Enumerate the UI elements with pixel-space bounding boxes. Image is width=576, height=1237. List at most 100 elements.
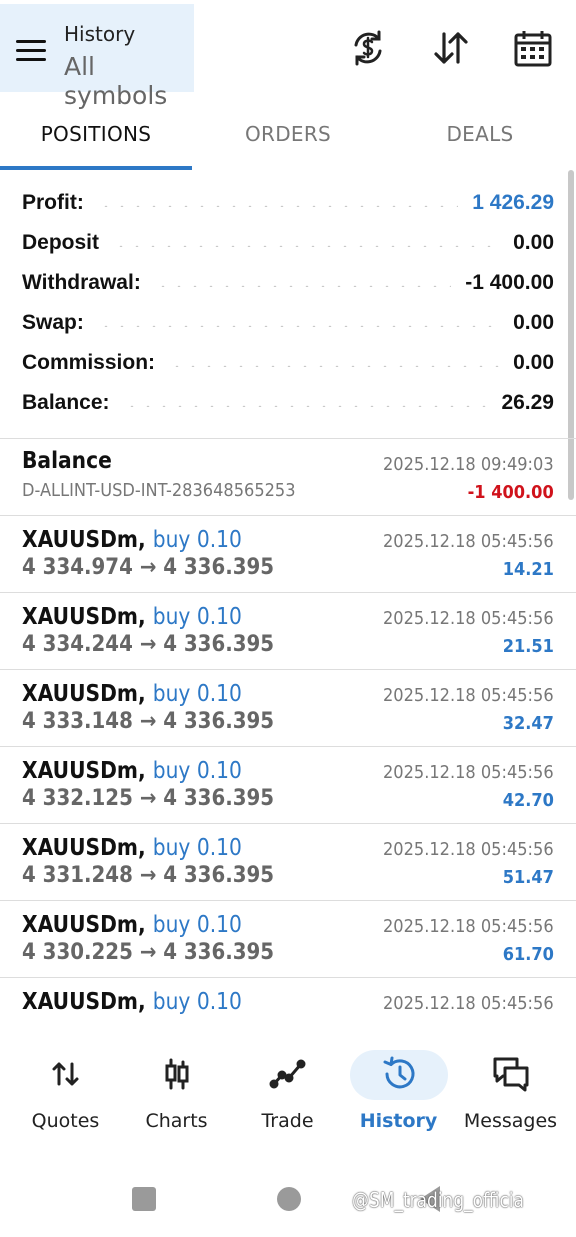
deal-symbol: XAUUSDm, buy 0.10 xyxy=(22,835,242,861)
nav-trade[interactable]: Trade xyxy=(230,1040,345,1150)
summary-label: Deposit xyxy=(22,231,100,254)
home-icon[interactable] xyxy=(277,1187,301,1211)
deal-symbol: XAUUSDm, buy 0.10 xyxy=(22,912,242,938)
tab-deals[interactable]: DEALS xyxy=(384,122,576,146)
deal-symbol: XAUUSDm, buy 0.10 xyxy=(22,681,242,707)
deal-prices: 4 330.225 → 4 336.395 xyxy=(22,940,275,965)
sort-icon[interactable] xyxy=(431,28,471,68)
deal-time: 2025.12.18 05:45:56 xyxy=(383,685,554,706)
summary-value: 0.00 xyxy=(513,311,554,334)
deal-profit: 21.51 xyxy=(502,636,554,657)
summary-label: Commission: xyxy=(22,351,156,374)
nav-charts[interactable]: Charts xyxy=(119,1040,234,1150)
deal-symbol: XAUUSDm, buy 0.10 xyxy=(22,758,242,784)
deal-profit: 14.21 xyxy=(502,559,554,580)
deal-prices: 4 331.248 → 4 336.395 xyxy=(22,863,275,888)
summary-row-swap: Swap: 0.00 xyxy=(22,306,554,340)
nav-label: Messages xyxy=(463,1110,558,1132)
table-row[interactable]: XAUUSDm, buy 0.10 4 334.974 → 4 336.395 … xyxy=(0,515,576,592)
calendar-icon[interactable] xyxy=(513,28,553,68)
nav-label: History xyxy=(359,1110,438,1132)
summary-value: 1 426.29 xyxy=(472,191,554,214)
symbol-filter[interactable]: History All symbols xyxy=(0,4,194,110)
symbol-name: XAUUSDm, xyxy=(22,604,146,630)
deal-type: buy 0.10 xyxy=(152,835,242,861)
balance-operation-row[interactable]: Balance D-ALLINT-USD-INT-283648565253 20… xyxy=(0,438,576,515)
nav-history[interactable]: History xyxy=(341,1040,456,1150)
charts-icon xyxy=(157,1054,197,1094)
dotted-leader xyxy=(123,405,488,407)
messages-icon xyxy=(491,1054,531,1094)
deal-time: 2025.12.18 05:45:56 xyxy=(383,762,554,783)
app-header: History All symbols xyxy=(0,0,576,110)
nav-label: Quotes xyxy=(31,1110,100,1132)
deals-list: Balance D-ALLINT-USD-INT-283648565253 20… xyxy=(0,438,576,1022)
nav-quotes[interactable]: Quotes xyxy=(8,1040,123,1150)
deal-time: 2025.12.18 05:45:56 xyxy=(383,839,554,860)
symbol-name: XAUUSDm, xyxy=(22,758,146,784)
summary-value: 0.00 xyxy=(513,231,554,254)
deal-time: 2025.12.18 05:45:56 xyxy=(383,916,554,937)
dotted-leader xyxy=(97,325,500,327)
deal-type: buy 0.10 xyxy=(152,681,242,707)
tab-positions[interactable]: POSITIONS xyxy=(0,122,192,146)
deal-type: buy 0.10 xyxy=(152,527,242,553)
summary-value: -1 400.00 xyxy=(465,271,554,294)
nav-messages[interactable]: Messages xyxy=(453,1040,568,1150)
nav-label: Trade xyxy=(261,1110,314,1132)
dotted-leader xyxy=(97,205,459,207)
deal-symbol: XAUUSDm, buy 0.10 xyxy=(22,989,242,1015)
watermark: @SM_trading_officia xyxy=(352,1188,524,1212)
summary-value: 26.29 xyxy=(501,391,554,414)
trade-icon xyxy=(268,1054,308,1094)
currency-exchange-icon[interactable] xyxy=(348,28,388,68)
deal-time: 2025.12.18 05:45:56 xyxy=(383,608,554,629)
quotes-icon xyxy=(46,1054,86,1094)
bottom-navigation: Quotes Charts Trade History Messages xyxy=(0,1040,576,1150)
menu-icon[interactable] xyxy=(16,40,48,64)
table-row[interactable]: XAUUSDm, buy 0.10 4 334.244 → 4 336.395 … xyxy=(0,592,576,669)
deal-profit: 42.70 xyxy=(502,790,554,811)
balance-op-time: 2025.12.18 09:49:03 xyxy=(383,454,554,475)
tab-orders[interactable]: ORDERS xyxy=(192,122,384,146)
deal-prices: 4 334.974 → 4 336.395 xyxy=(22,555,275,580)
deal-type: buy 0.10 xyxy=(152,912,242,938)
balance-op-title: Balance xyxy=(22,448,112,474)
deal-time: 2025.12.18 05:45:56 xyxy=(383,993,554,1014)
nav-label: Charts xyxy=(145,1110,208,1132)
summary-row-withdrawal: Withdrawal: -1 400.00 xyxy=(22,266,554,300)
table-row[interactable]: XAUUSDm, buy 0.10 2025.12.18 05:45:56 xyxy=(0,977,576,1022)
symbol-name: XAUUSDm, xyxy=(22,681,146,707)
table-row[interactable]: XAUUSDm, buy 0.10 4 332.125 → 4 336.395 … xyxy=(0,746,576,823)
deal-symbol: XAUUSDm, buy 0.10 xyxy=(22,604,242,630)
table-row[interactable]: XAUUSDm, buy 0.10 4 330.225 → 4 336.395 … xyxy=(0,900,576,977)
system-navigation-bar: @SM_trading_officia xyxy=(0,1160,576,1237)
deal-prices: 4 332.125 → 4 336.395 xyxy=(22,786,275,811)
summary-value: 0.00 xyxy=(513,351,554,374)
dotted-leader xyxy=(169,365,500,367)
summary-label: Swap: xyxy=(22,311,84,334)
deal-prices: 4 333.148 → 4 336.395 xyxy=(22,709,275,734)
summary-row-commission: Commission: 0.00 xyxy=(22,346,554,380)
table-row[interactable]: XAUUSDm, buy 0.10 4 333.148 → 4 336.395 … xyxy=(0,669,576,746)
recent-apps-icon[interactable] xyxy=(132,1187,156,1211)
deal-profit: 32.47 xyxy=(502,713,554,734)
page-title: History xyxy=(64,22,136,46)
deal-prices: 4 334.244 → 4 336.395 xyxy=(22,632,275,657)
balance-op-comment: D-ALLINT-USD-INT-283648565253 xyxy=(22,480,296,501)
history-tabs: POSITIONS ORDERS DEALS xyxy=(0,100,576,170)
deal-symbol: XAUUSDm, buy 0.10 xyxy=(22,527,242,553)
symbol-name: XAUUSDm, xyxy=(22,912,146,938)
history-icon xyxy=(379,1054,419,1094)
deal-profit: 51.47 xyxy=(502,867,554,888)
deal-profit: 61.70 xyxy=(502,944,554,965)
active-tab-indicator xyxy=(0,166,192,170)
deal-time: 2025.12.18 05:45:56 xyxy=(383,531,554,552)
summary-label: Balance: xyxy=(22,391,110,414)
dotted-leader xyxy=(154,285,452,287)
table-row[interactable]: XAUUSDm, buy 0.10 4 331.248 → 4 336.395 … xyxy=(0,823,576,900)
deal-type: buy 0.10 xyxy=(152,604,242,630)
summary-label: Profit: xyxy=(22,191,84,214)
symbol-name: XAUUSDm, xyxy=(22,527,146,553)
summary-row-balance: Balance: 26.29 xyxy=(22,386,554,420)
